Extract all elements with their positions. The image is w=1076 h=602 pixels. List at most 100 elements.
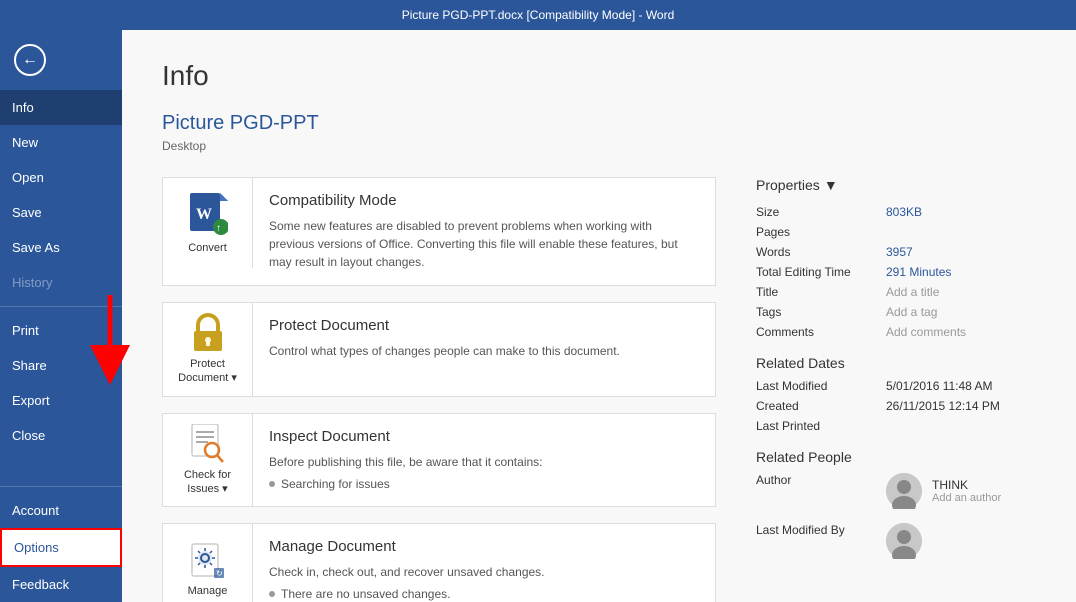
author-info: THINK Add an author — [886, 473, 1001, 517]
prop-words-label: Words — [756, 245, 886, 259]
author-person: THINK Add an author — [886, 473, 1001, 509]
inspect-desc: Before publishing this file, be aware th… — [269, 453, 699, 471]
protect-card: ProtectDocument ▾ Protect Document Contr… — [162, 302, 716, 397]
convert-label[interactable]: Convert — [188, 241, 227, 255]
prop-words-value: 3957 — [886, 245, 1036, 259]
protect-desc: Control what types of changes people can… — [269, 342, 699, 360]
inspect-sub-text: Searching for issues — [281, 477, 390, 491]
properties-chevron[interactable]: ▼ — [824, 177, 838, 193]
properties-title: Properties ▼ — [756, 177, 1036, 193]
date-modified-value: 5/01/2016 11:48 AM — [886, 379, 1036, 393]
title-bar-text: Picture PGD-PPT.docx [Compatibility Mode… — [402, 8, 675, 22]
sidebar-item-close[interactable]: Close — [0, 418, 122, 453]
manage-icon-area[interactable]: ↻ Manage — [163, 524, 253, 602]
inspect-title: Inspect Document — [269, 428, 699, 445]
sidebar-item-share[interactable]: Share — [0, 348, 122, 383]
prop-last-modified-by-row: Last Modified By — [756, 523, 1036, 567]
bullet-dot — [269, 481, 275, 487]
prop-size-label: Size — [756, 205, 886, 219]
inspect-sub: Searching for issues — [269, 477, 699, 491]
document-location: Desktop — [162, 139, 1036, 153]
sidebar: ← Info New Open Save Save As History Pri… — [0, 30, 122, 602]
svg-text:↑: ↑ — [216, 223, 221, 234]
last-modified-person-info — [886, 523, 922, 559]
prop-editing-value: 291 Minutes — [886, 265, 1036, 279]
convert-icon-area[interactable]: W ↑ Convert — [163, 178, 253, 268]
manage-label[interactable]: Manage — [188, 584, 228, 598]
sidebar-divider-2 — [0, 486, 122, 487]
sidebar-item-options[interactable]: Options — [0, 528, 122, 567]
sidebar-bottom: Account Options Feedback — [0, 480, 122, 602]
protect-text: Protect Document Control what types of c… — [253, 303, 715, 374]
properties-panel: Properties ▼ Size 803KB Pages Words 3957 — [756, 177, 1036, 602]
inspect-text: Inspect Document Before publishing this … — [253, 414, 715, 505]
sidebar-item-export[interactable]: Export — [0, 383, 122, 418]
prop-editing-time: Total Editing Time 291 Minutes — [756, 265, 1036, 279]
manage-card: ↻ Manage Manage Document Check in, check… — [162, 523, 716, 602]
date-printed-value — [886, 419, 1036, 433]
prop-size-value: 803KB — [886, 205, 1036, 219]
info-layout: W ↑ Convert Compatibility Mode Some new … — [162, 177, 1036, 602]
document-title: Picture PGD-PPT — [162, 112, 1036, 135]
manage-desc: Check in, check out, and recover unsaved… — [269, 563, 699, 581]
manage-sub-text: There are no unsaved changes. — [281, 587, 450, 601]
date-printed: Last Printed — [756, 419, 1036, 433]
prop-author-row: Author THINK — [756, 473, 1036, 517]
add-author-link[interactable]: Add an author — [932, 492, 1001, 504]
info-cards: W ↑ Convert Compatibility Mode Some new … — [162, 177, 716, 602]
last-modified-avatar — [886, 523, 922, 559]
author-details: THINK Add an author — [932, 478, 1001, 504]
prop-comments-label: Comments — [756, 325, 886, 339]
check-issues-label[interactable]: Check forIssues ▾ — [184, 468, 231, 497]
last-modified-person — [886, 523, 922, 567]
sidebar-item-info[interactable]: Info — [0, 90, 122, 125]
prop-pages-value — [886, 225, 1036, 239]
prop-last-modified-label: Last Modified By — [756, 523, 886, 567]
inspect-icon-area[interactable]: Check forIssues ▾ — [163, 414, 253, 507]
sidebar-item-account[interactable]: Account — [0, 493, 122, 528]
word-convert-icon: W ↑ — [188, 191, 228, 237]
sidebar-item-print[interactable]: Print — [0, 313, 122, 348]
protect-title: Protect Document — [269, 317, 699, 334]
svg-text:W: W — [196, 206, 212, 223]
author-name: THINK — [932, 478, 1001, 492]
manage-icon: ↻ — [190, 540, 226, 580]
date-modified-label: Last Modified — [756, 379, 886, 393]
date-printed-label: Last Printed — [756, 419, 886, 433]
date-modified: Last Modified 5/01/2016 11:48 AM — [756, 379, 1036, 393]
prop-tags-label: Tags — [756, 305, 886, 319]
prop-title-value[interactable]: Add a title — [886, 285, 1036, 299]
lock-icon — [190, 313, 226, 353]
related-dates-heading: Related Dates — [756, 355, 1036, 371]
properties-table: Size 803KB Pages Words 3957 Total Editin… — [756, 205, 1036, 339]
date-created-value: 26/11/2015 12:14 PM — [886, 399, 1036, 413]
protect-label[interactable]: ProtectDocument ▾ — [178, 357, 237, 386]
svg-text:↻: ↻ — [216, 569, 223, 578]
sidebar-item-new[interactable]: New — [0, 125, 122, 160]
date-created-label: Created — [756, 399, 886, 413]
compatibility-card: W ↑ Convert Compatibility Mode Some new … — [162, 177, 716, 286]
prop-size: Size 803KB — [756, 205, 1036, 219]
back-icon[interactable]: ← — [14, 44, 46, 76]
sidebar-item-save[interactable]: Save — [0, 195, 122, 230]
prop-comments-value[interactable]: Add comments — [886, 325, 1036, 339]
prop-words: Words 3957 — [756, 245, 1036, 259]
prop-pages-label: Pages — [756, 225, 886, 239]
back-button[interactable]: ← — [0, 30, 122, 90]
page-title: Info — [162, 60, 1036, 92]
main-content: Info Picture PGD-PPT Desktop W — [122, 30, 1076, 602]
manage-sub: There are no unsaved changes. — [269, 587, 699, 601]
sidebar-item-save-as[interactable]: Save As — [0, 230, 122, 265]
date-created: Created 26/11/2015 12:14 PM — [756, 399, 1036, 413]
sidebar-divider-1 — [0, 306, 122, 307]
protect-icon-area[interactable]: ProtectDocument ▾ — [163, 303, 253, 396]
prop-comments: Comments Add comments — [756, 325, 1036, 339]
compatibility-text: Compatibility Mode Some new features are… — [253, 178, 715, 285]
prop-tags-value[interactable]: Add a tag — [886, 305, 1036, 319]
sidebar-item-history[interactable]: History — [0, 265, 122, 300]
sidebar-item-feedback[interactable]: Feedback — [0, 567, 122, 602]
manage-text: Manage Document Check in, check out, and… — [253, 524, 715, 602]
manage-bullet — [269, 591, 275, 597]
author-avatar — [886, 473, 922, 509]
sidebar-item-open[interactable]: Open — [0, 160, 122, 195]
